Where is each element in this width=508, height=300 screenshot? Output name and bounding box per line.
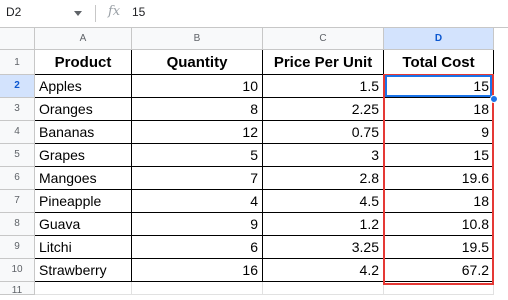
quantity-cell[interactable]: 8 [132,98,263,121]
product-cell[interactable]: Guava [35,213,132,236]
price-cell[interactable]: 1.2 [263,213,384,236]
quantity-cell[interactable]: 16 [132,259,263,282]
row-header[interactable]: 1 [0,50,35,75]
product-cell[interactable]: Mangoes [35,167,132,190]
total-cell[interactable]: 18 [384,190,494,213]
fill-handle[interactable] [490,95,498,103]
quantity-cell[interactable]: 6 [132,236,263,259]
name-box[interactable]: D2 [6,5,21,19]
total-cell[interactable]: 18 [384,98,494,121]
row-header[interactable]: 9 [0,236,35,259]
price-cell[interactable]: 3.25 [263,236,384,259]
row-header[interactable]: 7 [0,190,35,213]
product-cell[interactable]: Pineapple [35,190,132,213]
header-cell-price[interactable]: Price Per Unit [263,50,384,75]
row-header[interactable]: 8 [0,213,35,236]
row-header[interactable]: 4 [0,121,35,144]
quantity-cell[interactable]: 9 [132,213,263,236]
price-cell[interactable]: 4.2 [263,259,384,282]
quantity-cell[interactable]: 12 [132,121,263,144]
product-cell[interactable]: Apples [35,75,132,98]
product-cell[interactable]: Oranges [35,98,132,121]
price-cell[interactable]: 4.5 [263,190,384,213]
column-header-a[interactable]: A [35,28,132,50]
quantity-cell[interactable]: 5 [132,144,263,167]
price-cell[interactable]: 3 [263,144,384,167]
total-cell[interactable]: 19.5 [384,236,494,259]
product-cell[interactable]: Grapes [35,144,132,167]
header-cell-total[interactable]: Total Cost [384,50,494,75]
row-header[interactable]: 5 [0,144,35,167]
column-header-b[interactable]: B [132,28,263,50]
divider [95,5,96,22]
header-cell-product[interactable]: Product [35,50,132,75]
column-header-c[interactable]: C [263,28,384,50]
quantity-cell[interactable]: 7 [132,167,263,190]
total-cell[interactable]: 10.8 [384,213,494,236]
row-header[interactable]: 11 [0,282,35,296]
chevron-down-icon[interactable] [74,11,82,16]
header-cell-quantity[interactable]: Quantity [132,50,263,75]
product-cell[interactable]: Strawberry [35,259,132,282]
column-header-d[interactable]: D [384,28,494,50]
price-cell[interactable]: 2.8 [263,167,384,190]
select-all-corner[interactable] [0,28,35,50]
total-cell[interactable]: 19.6 [384,167,494,190]
price-cell[interactable]: 0.75 [263,121,384,144]
function-icon: fx [108,4,121,19]
total-cell[interactable]: 9 [384,121,494,144]
product-cell[interactable]: Litchi [35,236,132,259]
product-cell[interactable]: Bananas [35,121,132,144]
price-cell[interactable]: 1.5 [263,75,384,98]
empty-cell[interactable] [35,282,132,295]
formula-input[interactable]: 15 [132,5,145,19]
empty-cell[interactable] [384,282,494,295]
row-header[interactable]: 10 [0,259,35,282]
formula-bar: D2 fx 15 [0,0,508,28]
quantity-cell[interactable]: 4 [132,190,263,213]
total-cell[interactable]: 67.2 [384,259,494,282]
row-header[interactable]: 3 [0,98,35,121]
row-header[interactable]: 2 [0,75,35,98]
price-cell[interactable]: 2.25 [263,98,384,121]
total-cell[interactable]: 15 [384,75,494,98]
quantity-cell[interactable]: 10 [132,75,263,98]
empty-cell[interactable] [132,282,263,295]
empty-cell[interactable] [263,282,384,295]
total-cell[interactable]: 15 [384,144,494,167]
row-header[interactable]: 6 [0,167,35,190]
